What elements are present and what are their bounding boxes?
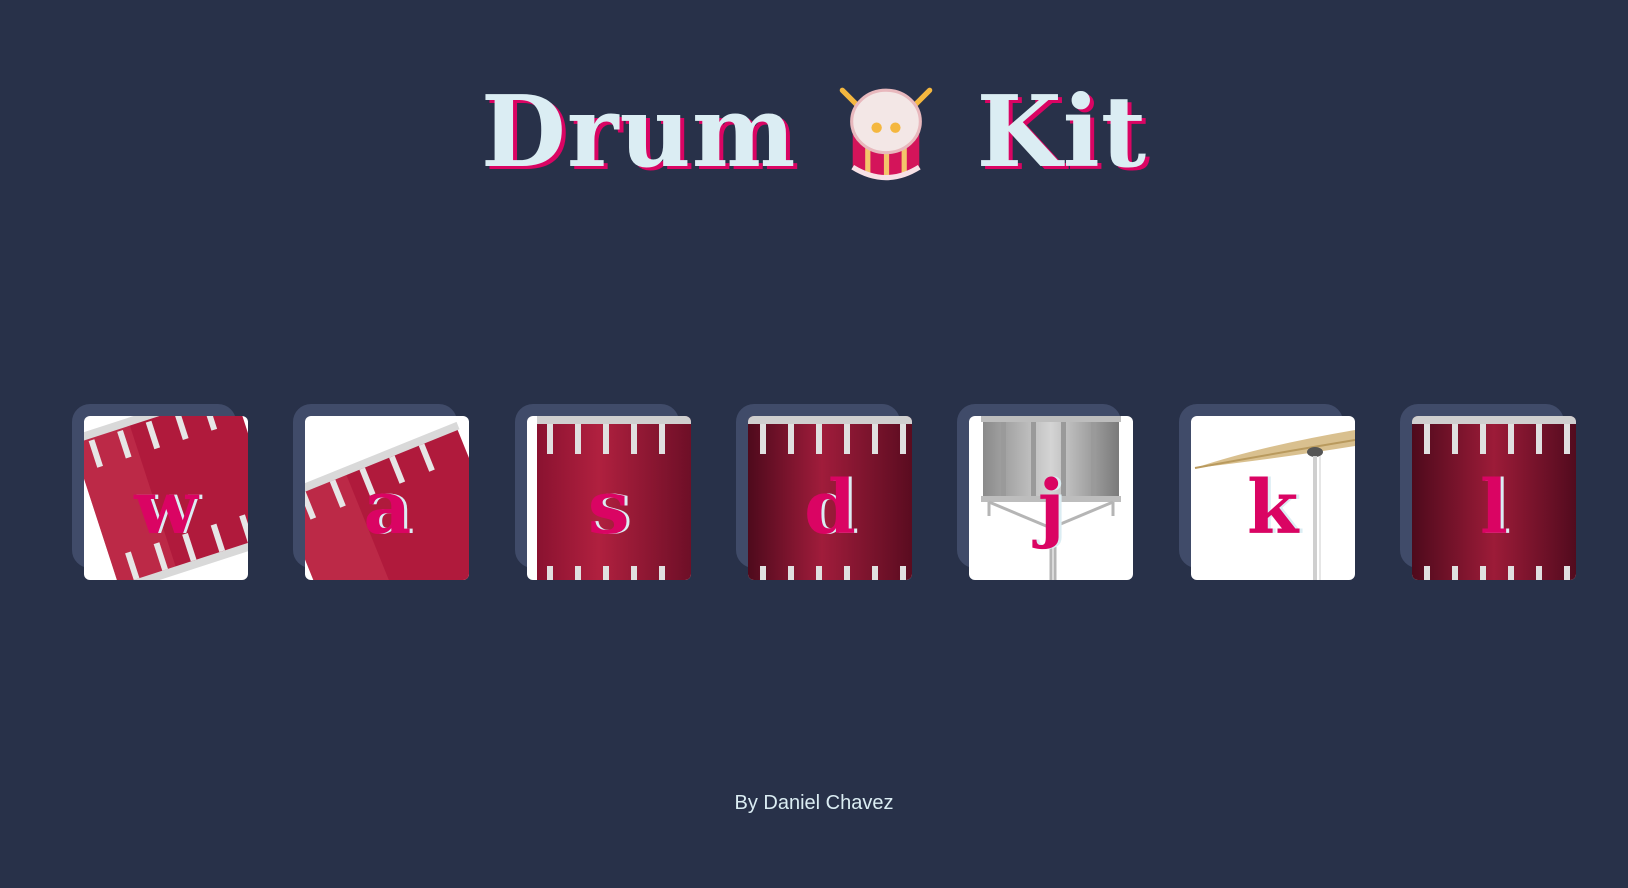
title-word-kit: Kit	[976, 75, 1148, 190]
tom-1-image: w	[84, 416, 248, 580]
drum-buttons-row: w a s d j k l	[72, 404, 1576, 580]
footer-credit: By Daniel Chavez	[734, 792, 894, 814]
key-letter: s	[587, 465, 630, 551]
tom-2-image: a	[305, 416, 470, 580]
key-letter: a	[363, 465, 412, 551]
key-letter: j	[1037, 465, 1065, 551]
title-word-drum: Drum	[480, 75, 797, 190]
drum-key-j[interactable]: j	[957, 404, 1134, 580]
drum-kit-page: Drum Kit w a s d j k l By Daniel Chavez	[0, 0, 1628, 888]
key-letter: k	[1247, 465, 1299, 551]
drum-emoji-icon	[840, 87, 933, 181]
drum-key-d[interactable]: d	[735, 404, 912, 580]
drum-key-a[interactable]: a	[293, 404, 470, 580]
tom-4-image: d	[747, 416, 912, 580]
key-letter: d	[804, 465, 856, 551]
crash-image: k	[1190, 416, 1355, 580]
key-letter: l	[1479, 465, 1509, 551]
tom-3-image: s	[526, 416, 691, 580]
footer: By Daniel Chavez	[0, 792, 1628, 815]
drum-key-s[interactable]: s	[514, 404, 691, 580]
drum-key-w[interactable]: w	[72, 404, 248, 580]
kick-bass-image: l	[1411, 416, 1576, 580]
key-letter: w	[134, 465, 198, 551]
drum-key-l[interactable]: l	[1399, 404, 1576, 580]
page-title: Drum Kit	[0, 78, 1628, 188]
drum-key-k[interactable]: k	[1178, 404, 1355, 580]
snare-image: j	[969, 416, 1134, 580]
